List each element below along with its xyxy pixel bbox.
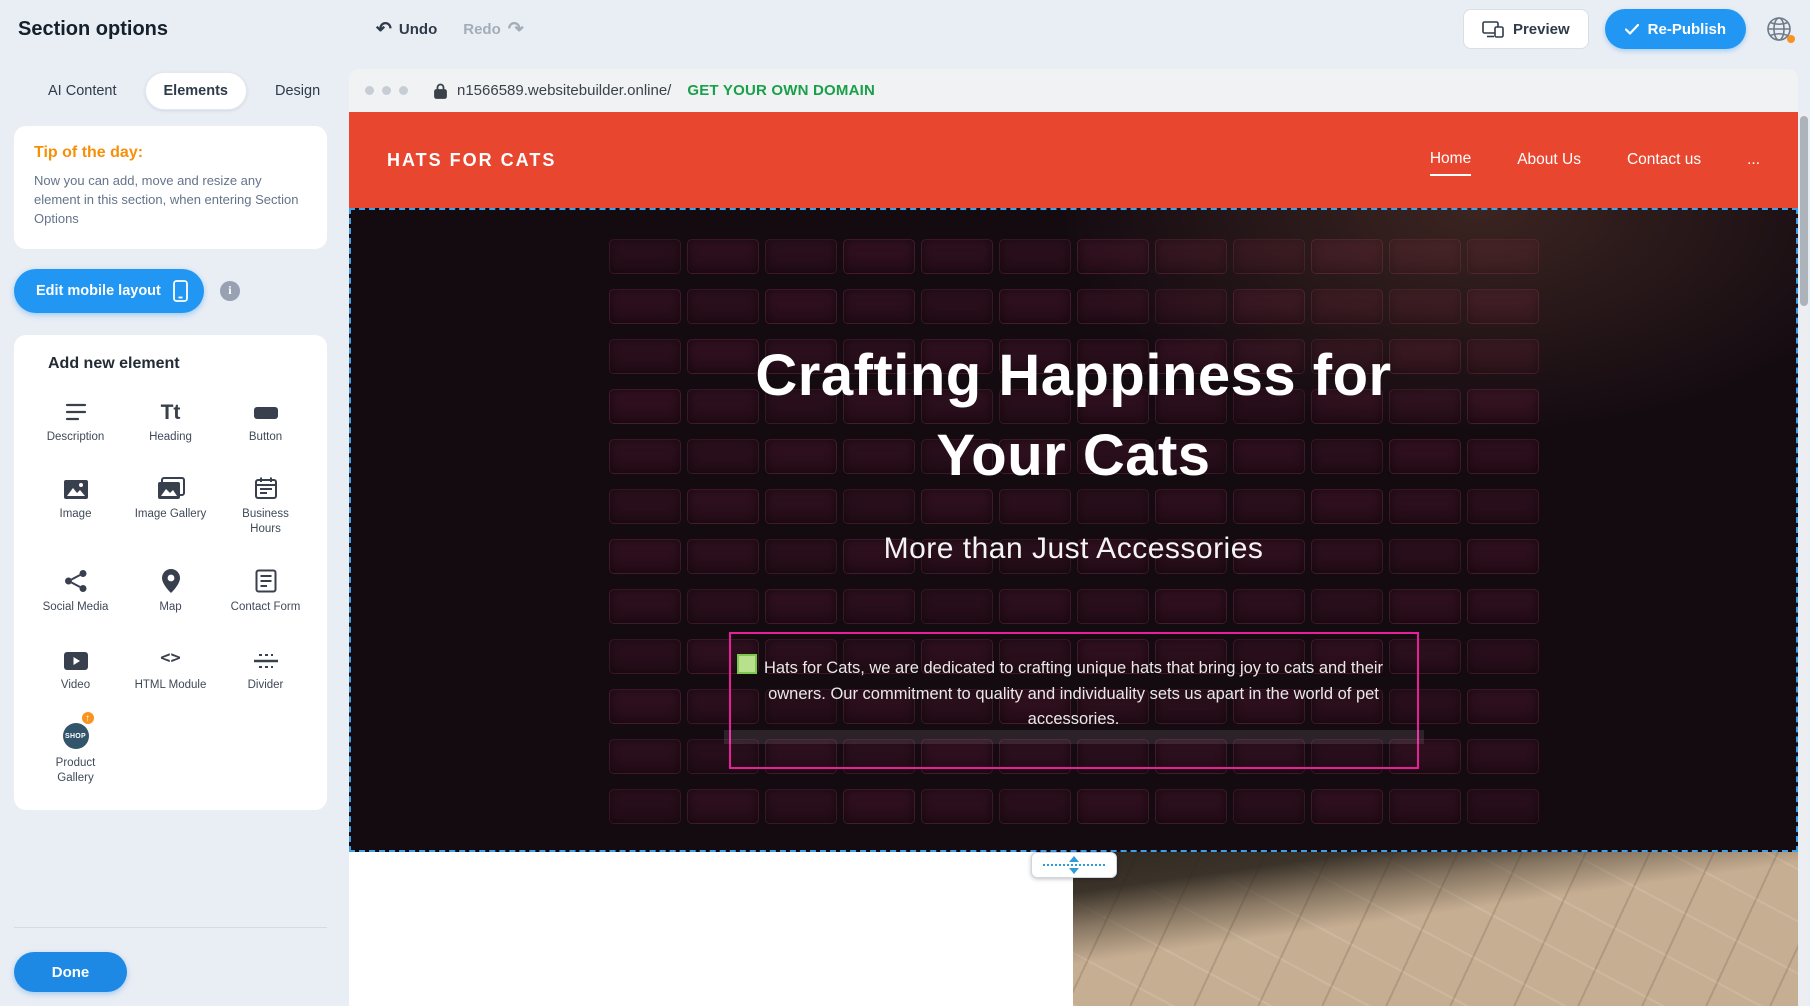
language-globe-button[interactable] — [1762, 12, 1796, 46]
resize-arrow-down-icon — [1069, 868, 1079, 874]
preview-label: Preview — [1513, 21, 1570, 38]
hero-subtitle[interactable]: More than Just Accessories — [884, 532, 1264, 566]
element-heading[interactable]: Tt Heading — [123, 393, 218, 445]
hero-title[interactable]: Crafting Happiness for Your Cats — [714, 336, 1434, 496]
image-icon — [63, 470, 89, 500]
nav-about-us[interactable]: About Us — [1517, 145, 1581, 175]
phone-icon — [173, 280, 188, 302]
undo-redo-group: ↶ Undo Redo ↷ — [376, 0, 524, 58]
lock-icon — [434, 83, 447, 99]
resize-dotted-line — [1043, 864, 1105, 866]
edit-mobile-label: Edit mobile layout — [36, 283, 161, 299]
site-logo[interactable]: HATS FOR CATS — [387, 150, 556, 171]
selection-drag-handle[interactable] — [737, 654, 757, 674]
site-preview: n1566589.websitebuilder.online/ GET YOUR… — [349, 69, 1798, 1006]
check-icon — [1625, 24, 1639, 35]
window-dot — [365, 86, 374, 95]
social-media-icon — [64, 563, 88, 593]
browser-chrome-bar: n1566589.websitebuilder.online/ GET YOUR… — [349, 69, 1798, 112]
hero-section[interactable]: Crafting Happiness for Your Cats More th… — [349, 208, 1798, 852]
hero-description[interactable]: Hats for Cats, we are dedicated to craft… — [741, 656, 1407, 733]
window-scrollbar-thumb[interactable] — [1800, 116, 1808, 306]
site-url[interactable]: n1566589.websitebuilder.online/ — [457, 82, 671, 99]
business-hours-icon — [254, 470, 278, 500]
edit-mobile-layout-button[interactable]: Edit mobile layout — [14, 269, 204, 313]
get-domain-link[interactable]: GET YOUR OWN DOMAIN — [687, 82, 875, 99]
product-gallery-icon: SHOP ↑ — [63, 719, 89, 749]
upgrade-badge-icon: ↑ — [80, 710, 96, 726]
element-contact-form[interactable]: Contact Form — [218, 563, 313, 615]
map-pin-icon — [162, 563, 180, 593]
notification-dot — [1787, 35, 1795, 43]
add-element-panel: Add new element Description Tt Heading B… — [14, 335, 327, 811]
element-video[interactable]: Video — [28, 641, 123, 693]
website-canvas: HATS FOR CATS Home About Us Contact us .… — [349, 112, 1798, 1006]
devices-icon — [1482, 21, 1504, 38]
window-dots — [365, 86, 408, 95]
element-social-media[interactable]: Social Media — [28, 563, 123, 615]
info-icon[interactable]: i — [220, 281, 240, 301]
page-title: Section options — [18, 18, 168, 41]
redo-button[interactable]: Redo ↷ — [463, 20, 523, 39]
tab-elements[interactable]: Elements — [145, 72, 247, 110]
window-dot — [382, 86, 391, 95]
element-button[interactable]: Button — [218, 393, 313, 445]
undo-icon: ↶ — [376, 20, 392, 39]
tip-body: Now you can add, move and resize any ele… — [34, 172, 307, 229]
tab-design[interactable]: Design — [257, 73, 338, 109]
redo-icon: ↷ — [508, 20, 524, 39]
sidebar-tabs: AI Content Elements Design — [0, 58, 340, 126]
divider-icon — [253, 641, 279, 671]
selected-text-element[interactable]: Hats for Cats, we are dedicated to craft… — [729, 632, 1419, 769]
tip-of-the-day-card: Tip of the day: Now you can add, move an… — [14, 126, 327, 249]
window-dot — [399, 86, 408, 95]
element-image[interactable]: Image — [28, 470, 123, 537]
contact-form-icon — [255, 563, 277, 593]
element-divider[interactable]: Divider — [218, 641, 313, 693]
nav-contact-us[interactable]: Contact us — [1627, 145, 1701, 175]
element-product-gallery[interactable]: SHOP ↑ Product Gallery — [28, 719, 123, 786]
preview-button[interactable]: Preview — [1463, 9, 1589, 49]
element-description[interactable]: Description — [28, 393, 123, 445]
nav-more[interactable]: ... — [1747, 145, 1760, 175]
image-gallery-icon — [157, 470, 185, 500]
nav-home[interactable]: Home — [1430, 144, 1471, 176]
undo-button[interactable]: ↶ Undo — [376, 20, 437, 39]
tab-ai-content[interactable]: AI Content — [30, 73, 135, 109]
element-business-hours[interactable]: Business Hours — [218, 470, 313, 537]
drag-ghost-strip — [724, 730, 1424, 744]
site-header[interactable]: HATS FOR CATS Home About Us Contact us .… — [349, 112, 1798, 208]
done-button[interactable]: Done — [14, 952, 127, 992]
description-icon — [64, 393, 88, 423]
video-icon — [63, 641, 89, 671]
tip-title: Tip of the day: — [34, 144, 307, 162]
topbar-actions: Preview Re-Publish — [1463, 0, 1796, 58]
element-map[interactable]: Map — [123, 563, 218, 615]
redo-label: Redo — [463, 21, 501, 38]
add-element-title: Add new element — [48, 355, 313, 373]
undo-label: Undo — [399, 21, 437, 38]
heading-icon: Tt — [161, 393, 181, 423]
resize-arrow-up-icon — [1069, 856, 1079, 862]
element-grid: Description Tt Heading Button Image — [28, 393, 313, 787]
element-image-gallery[interactable]: Image Gallery — [123, 470, 218, 537]
edit-mobile-row: Edit mobile layout i — [14, 269, 340, 313]
site-nav: Home About Us Contact us ... — [1430, 144, 1760, 176]
html-module-icon: <> — [160, 641, 180, 671]
sidebar-divider — [14, 927, 327, 928]
element-html-module[interactable]: <> HTML Module — [123, 641, 218, 693]
section-resize-handle[interactable] — [1031, 852, 1117, 878]
top-toolbar: Section options ↶ Undo Redo ↷ Preview — [0, 0, 1810, 58]
section-options-sidebar: AI Content Elements Design Tip of the da… — [0, 58, 340, 1006]
republish-label: Re-Publish — [1648, 21, 1726, 38]
pavement-photo — [1073, 852, 1798, 1006]
button-icon — [253, 393, 279, 423]
republish-button[interactable]: Re-Publish — [1605, 9, 1746, 49]
